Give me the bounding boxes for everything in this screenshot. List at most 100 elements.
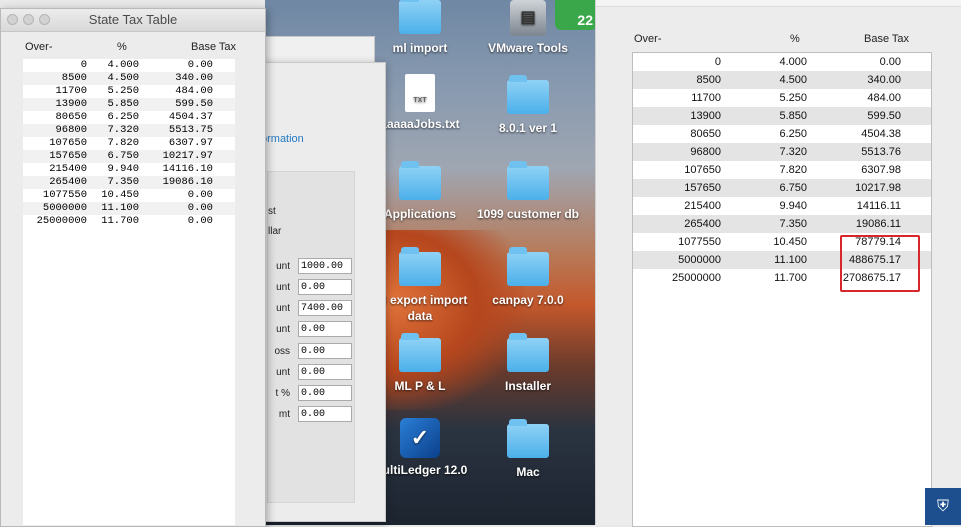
cell-base: 0.00 bbox=[187, 202, 213, 214]
column-header-over: Over- bbox=[634, 33, 662, 45]
folder-icon bbox=[507, 75, 549, 114]
cell-base: 0.00 bbox=[187, 189, 213, 201]
table-row[interactable]: 25000000 11.700 0.00 bbox=[23, 215, 235, 228]
cell-base: 14116.11 bbox=[856, 200, 901, 212]
amount-field[interactable]: 7400.00 bbox=[298, 300, 352, 316]
table-row[interactable]: 80650 6.250 4504.38 bbox=[633, 125, 931, 143]
form-row: t % 0.00 bbox=[268, 385, 394, 403]
desktop-item-vmware-tools[interactable]: ▤ VMware Tools bbox=[473, 0, 583, 56]
cell-pct: 6.750 bbox=[779, 182, 807, 194]
amount-field[interactable]: 0.00 bbox=[298, 364, 352, 380]
table-row[interactable]: 0 4.000 0.00 bbox=[23, 59, 235, 72]
multiledger-app-icon: ✓ bbox=[400, 418, 440, 458]
table-row[interactable]: 265400 7.350 19086.11 bbox=[633, 215, 931, 233]
cell-over: 25000000 bbox=[36, 215, 87, 227]
form-row: unt 0.00 bbox=[268, 364, 394, 382]
table-row[interactable]: 13900 5.850 599.50 bbox=[633, 107, 931, 125]
cell-base: 19086.10 bbox=[162, 176, 213, 188]
cell-over: 80650 bbox=[690, 128, 721, 140]
cell-base: 484.00 bbox=[867, 92, 901, 104]
form-row: mt 0.00 bbox=[268, 406, 394, 424]
table-row[interactable]: 1077550 10.450 0.00 bbox=[23, 189, 235, 202]
information-link[interactable]: ormation bbox=[261, 133, 304, 145]
cell-pct: 7.350 bbox=[107, 176, 139, 188]
table-row[interactable]: 8500 4.500 340.00 bbox=[633, 71, 931, 89]
amount-field[interactable]: 0.00 bbox=[298, 406, 352, 422]
cell-pct: 11.700 bbox=[101, 215, 139, 227]
cell-base: 6307.98 bbox=[861, 164, 901, 176]
cell-over: 107650 bbox=[49, 137, 87, 149]
cell-over: 157650 bbox=[684, 182, 721, 194]
cell-base: 19086.11 bbox=[855, 218, 901, 230]
cell-base: 340.00 bbox=[175, 72, 213, 84]
table-row[interactable]: 157650 6.750 10217.98 bbox=[633, 179, 931, 197]
cell-pct: 4.000 bbox=[779, 56, 807, 68]
table-row[interactable]: 0 4.000 0.00 bbox=[633, 53, 931, 71]
cell-base: 0.00 bbox=[879, 56, 901, 68]
table-row[interactable]: 96800 7.320 5513.75 bbox=[23, 124, 235, 137]
column-header-percent: % bbox=[790, 33, 800, 45]
desktop-item-canpay[interactable]: canpay 7.0.0 bbox=[473, 247, 583, 308]
desktop-item-label: Installer bbox=[504, 379, 552, 393]
amount-field[interactable]: 1000.00 bbox=[298, 258, 352, 274]
desktop-item-label: Mac bbox=[516, 465, 540, 479]
cell-over: 8500 bbox=[61, 72, 87, 84]
cell-pct: 6.250 bbox=[779, 128, 807, 140]
cell-pct: 10.450 bbox=[773, 236, 807, 248]
cell-pct: 4.500 bbox=[107, 72, 139, 84]
cell-pct: 6.250 bbox=[107, 111, 139, 123]
table-row[interactable]: 107650 7.820 6307.97 bbox=[23, 137, 235, 150]
cell-over: 8500 bbox=[696, 74, 721, 86]
amount-field[interactable]: 0.00 bbox=[298, 279, 352, 295]
cell-pct: 5.250 bbox=[779, 92, 807, 104]
gross-field[interactable]: 0.00 bbox=[298, 343, 352, 359]
table-row[interactable]: 8500 4.500 340.00 bbox=[23, 72, 235, 85]
window-top-edge bbox=[596, 0, 961, 7]
folder-icon bbox=[507, 247, 549, 286]
cell-pct: 11.700 bbox=[774, 272, 807, 284]
desktop-item-1099-customer-db[interactable]: 1099 customer db bbox=[473, 161, 583, 222]
cell-base: 4504.38 bbox=[861, 128, 901, 140]
state-tax-table-window: State Tax Table Over- % Base Tax 0 4.000 0… bbox=[0, 8, 266, 527]
field-label: unt bbox=[276, 261, 290, 272]
window-title: State Tax Table bbox=[88, 12, 178, 27]
folder-icon bbox=[399, 247, 441, 286]
cell-pct: 4.000 bbox=[107, 59, 139, 71]
cell-pct: 11.100 bbox=[101, 202, 139, 214]
table-row[interactable]: 215400 9.940 14116.11 bbox=[633, 197, 931, 215]
cell-over: 215400 bbox=[49, 163, 87, 175]
table-row[interactable]: 107650 7.820 6307.98 bbox=[633, 161, 931, 179]
cell-base: 0.00 bbox=[187, 215, 213, 227]
amount-field[interactable]: 0.00 bbox=[298, 321, 352, 337]
desktop-item-ml-import[interactable]: ml import bbox=[365, 0, 475, 56]
folder-icon bbox=[507, 333, 549, 372]
cell-pct: 6.750 bbox=[107, 150, 139, 162]
cell-pct: 5.250 bbox=[107, 85, 139, 97]
table-row[interactable]: 96800 7.320 5513.76 bbox=[633, 143, 931, 161]
cell-over: 80650 bbox=[55, 111, 87, 123]
table-row[interactable]: 265400 7.350 19086.10 bbox=[23, 176, 235, 189]
table-row[interactable]: 13900 5.850 599.50 bbox=[23, 98, 235, 111]
table-row[interactable]: 11700 5.250 484.00 bbox=[633, 89, 931, 107]
desktop-item-label: ml import bbox=[392, 41, 448, 55]
cell-over: 13900 bbox=[55, 98, 87, 110]
table-row[interactable]: 80650 6.250 4504.37 bbox=[23, 111, 235, 124]
table-row[interactable]: 157650 6.750 10217.97 bbox=[23, 150, 235, 163]
cell-pct: 5.850 bbox=[779, 110, 807, 122]
desktop-item-label: canpay 7.0.0 bbox=[492, 293, 564, 307]
cell-pct: 9.940 bbox=[779, 200, 807, 212]
form-label: st bbox=[268, 206, 276, 217]
table-row[interactable]: 215400 9.940 14116.10 bbox=[23, 163, 235, 176]
percent-field[interactable]: 0.00 bbox=[298, 385, 352, 401]
desktop-item-ver-folder[interactable]: 8.0.1 ver 1 bbox=[473, 75, 583, 136]
cell-over: 107650 bbox=[684, 164, 721, 176]
table-row[interactable]: 11700 5.250 484.00 bbox=[23, 85, 235, 98]
tax-table: 0 4.000 0.00 8500 4.500 340.00 11700 5.250 484.0… bbox=[23, 59, 235, 525]
table-row[interactable]: 5000000 11.100 0.00 bbox=[23, 202, 235, 215]
shield-icon[interactable]: ⛨ bbox=[925, 488, 961, 525]
cell-base: 10217.98 bbox=[855, 182, 901, 194]
field-label: t % bbox=[275, 388, 290, 399]
desktop-item-installer[interactable]: Installer bbox=[473, 333, 583, 394]
cell-over: 0 bbox=[714, 56, 721, 68]
desktop-item-mac[interactable]: Mac bbox=[473, 419, 583, 480]
